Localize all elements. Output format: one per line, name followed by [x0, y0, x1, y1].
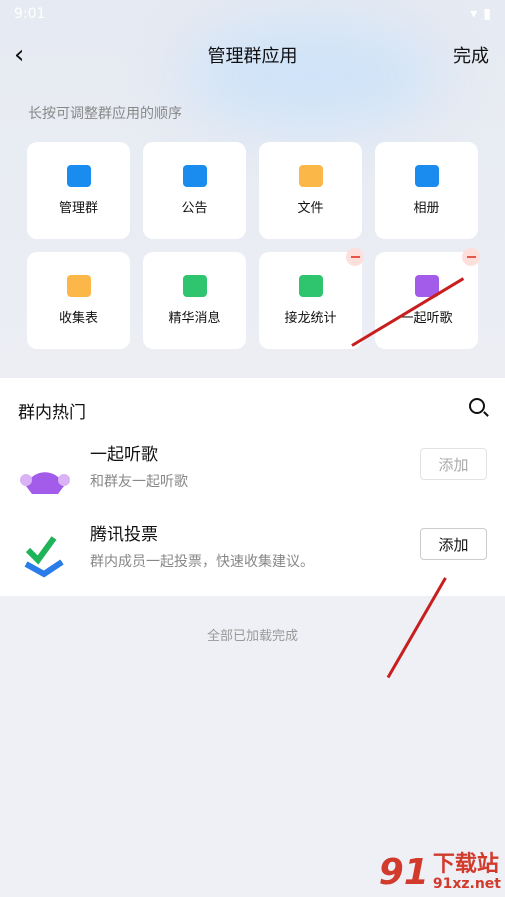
app-tile[interactable]: 文件 [259, 142, 362, 239]
essence-message-icon [182, 275, 207, 297]
app-label: 公告 [181, 201, 208, 216]
app-label: 文件 [297, 201, 324, 216]
folder-icon [298, 165, 323, 187]
reorder-hint: 长按可调整群应用的顺序 [28, 106, 182, 122]
app-label: 管理群 [58, 201, 98, 216]
list-item: 一起听歌 和群友一起听歌 添加 [0, 434, 505, 514]
app-label: 相册 [413, 201, 440, 216]
relay-stats-icon [298, 275, 323, 297]
listen-together-icon [20, 472, 70, 494]
app-tile[interactable]: 精华消息 [143, 252, 246, 349]
watermark-logo: 91 下载站 91xz.net [378, 851, 501, 893]
loaded-all-text: 全部已加载完成 [206, 629, 298, 644]
status-time: 9:01 [14, 6, 46, 22]
add-button[interactable]: 添加 [420, 448, 487, 480]
app-name: 腾讯投票 [90, 525, 158, 545]
vote-icon [24, 536, 64, 578]
back-button[interactable]: ‹ [14, 40, 24, 70]
app-grid: 管理群 公告 文件 相册 收集表 精华消息 接龙统计 一起听歌 [27, 142, 480, 349]
page-title: 管理群应用 [207, 46, 298, 67]
clipboard-icon [66, 275, 91, 297]
search-icon[interactable] [469, 398, 485, 414]
remove-icon[interactable] [462, 248, 480, 266]
app-tile[interactable]: 管理群 [27, 142, 130, 239]
status-bar: 9:01 ▾ ▮ [0, 0, 505, 28]
wifi-icon: ▾ [470, 6, 478, 22]
announcement-icon [182, 165, 207, 187]
album-icon [414, 165, 439, 187]
app-label: 收集表 [58, 311, 98, 326]
app-label: 精华消息 [168, 311, 221, 326]
nav-bar: ‹ 管理群应用 完成 [0, 36, 505, 74]
remove-icon[interactable] [346, 248, 364, 266]
battery-icon: ▮ [483, 6, 491, 22]
app-tile[interactable]: 相册 [375, 142, 478, 239]
manage-group-icon [66, 165, 91, 187]
app-tile[interactable]: 公告 [143, 142, 246, 239]
app-desc: 群内成员一起投票，快速收集建议。 [90, 554, 314, 570]
hot-apps-panel: 群内热门 一起听歌 和群友一起听歌 添加 腾讯投票 群内成员一起投票，快速收集建… [0, 378, 505, 596]
section-title: 群内热门 [18, 403, 86, 423]
app-desc: 和群友一起听歌 [90, 474, 188, 490]
app-tile[interactable]: 接龙统计 [259, 248, 364, 349]
app-name: 一起听歌 [90, 445, 158, 465]
app-tile[interactable]: 收集表 [27, 252, 130, 349]
app-label: 接龙统计 [284, 311, 337, 326]
done-button[interactable]: 完成 [453, 42, 489, 68]
list-item: 腾讯投票 群内成员一起投票，快速收集建议。 添加 [0, 514, 505, 594]
add-button[interactable]: 添加 [420, 528, 487, 560]
